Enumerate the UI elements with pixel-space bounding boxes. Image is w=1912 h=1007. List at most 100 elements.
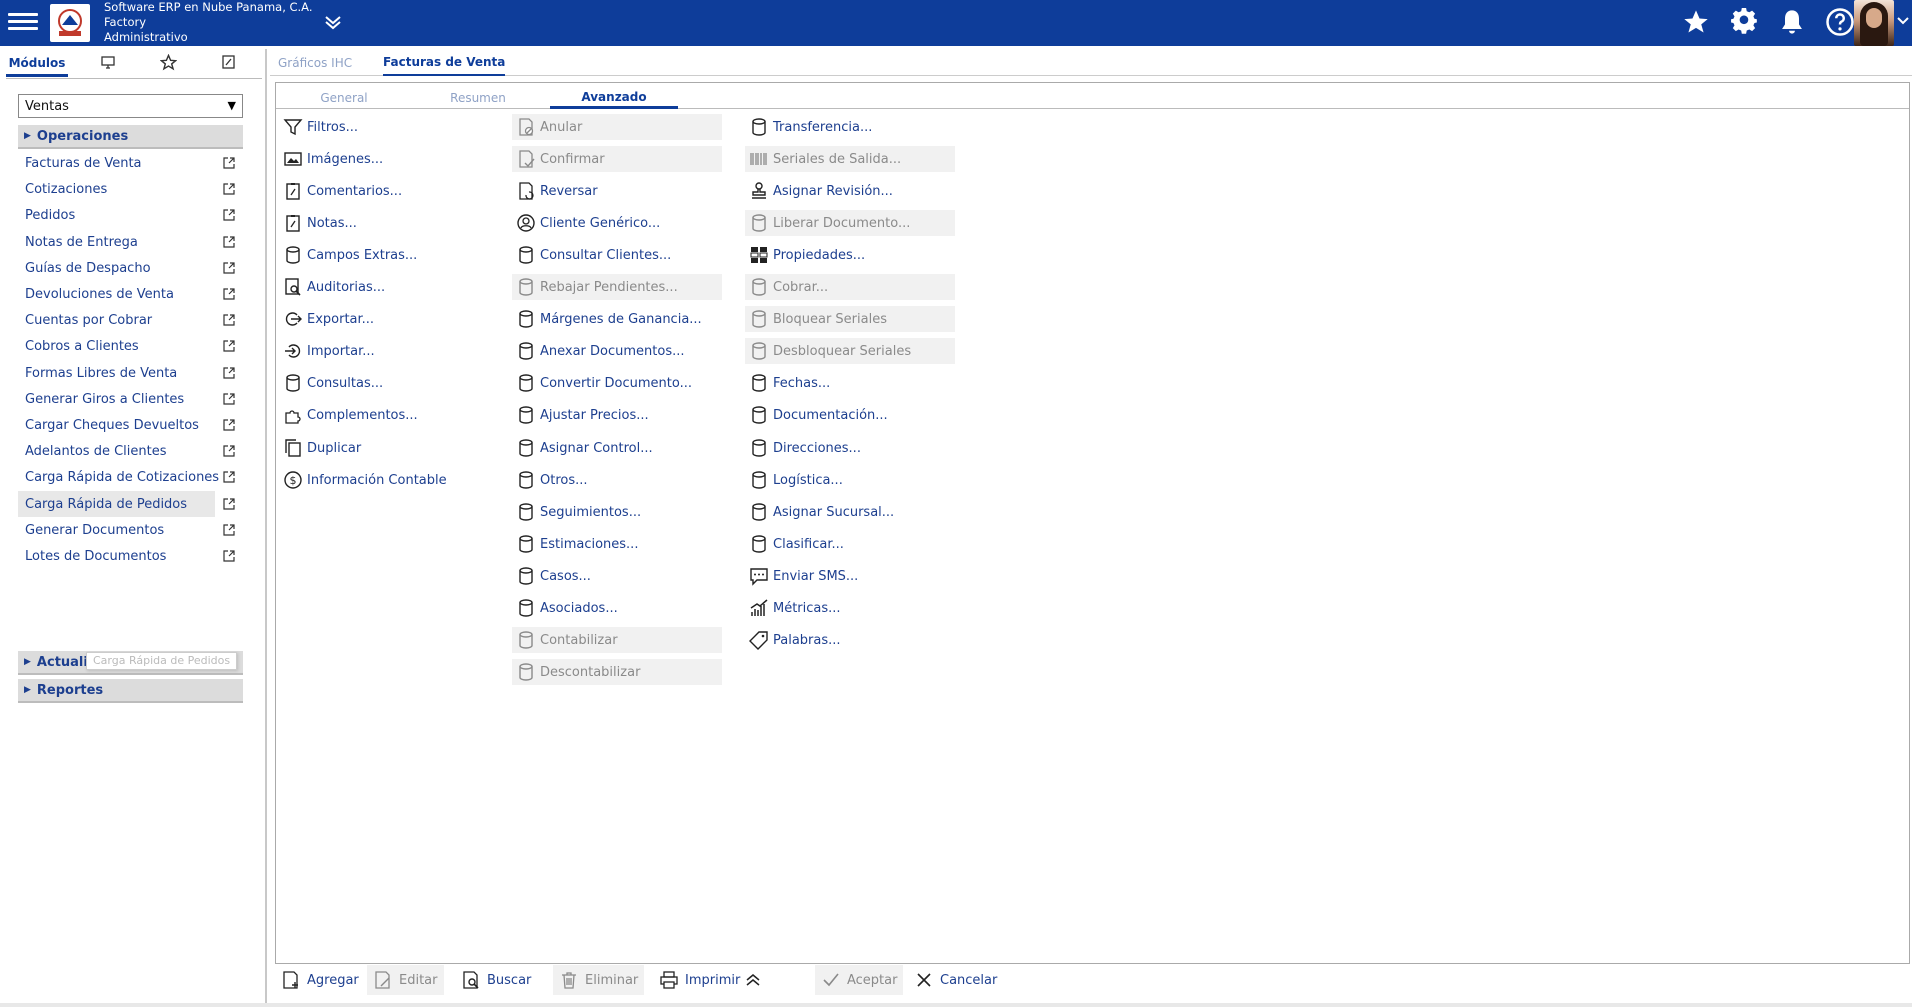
external-link-icon[interactable] [222,470,236,484]
action-item[interactable]: Auditorias... [279,274,489,300]
menu-item[interactable]: Formas Libres de Venta [18,360,243,386]
external-link-icon[interactable] [222,313,236,327]
group-operaciones[interactable]: ▶ Operaciones [18,125,243,149]
action-item[interactable]: Filtros... [279,114,489,140]
action-item[interactable]: Estimaciones... [512,531,722,557]
tab-general[interactable]: General [280,87,408,109]
action-item[interactable]: Documentación... [745,402,955,428]
chevron-down-icon[interactable] [1896,14,1910,28]
database-icon [516,341,536,361]
menu-item[interactable]: Generar Giros a Clientes [18,386,243,412]
action-item[interactable]: Asignar Control... [512,435,722,461]
tab-modulos[interactable]: Módulos [6,51,68,77]
external-link-icon[interactable] [222,392,236,406]
database-icon [516,662,536,682]
database-icon [516,245,536,265]
action-item[interactable]: Convertir Documento... [512,370,722,396]
action-item[interactable]: Imágenes... [279,146,489,172]
module-select[interactable]: Ventas ▼ [18,94,243,118]
action-item[interactable]: Asociados... [512,595,722,621]
action-item[interactable]: Palabras... [745,627,955,653]
menu-item[interactable]: Cuentas por Cobrar [18,307,243,333]
action-item[interactable]: Consultas... [279,370,489,396]
external-link-icon[interactable] [222,418,236,432]
tab-monitor[interactable] [88,51,128,77]
menu-item[interactable]: Carga Rápida de Cotizaciones [18,464,243,490]
external-link-icon[interactable] [222,366,236,380]
company-logo[interactable] [50,4,90,42]
menu-item[interactable]: Cobros a Clientes [18,333,243,359]
action-item: Contabilizar [512,627,722,653]
action-item[interactable]: Cliente Genérico... [512,210,722,236]
help-question-icon[interactable] [1824,6,1856,38]
menu-item[interactable]: Pedidos [18,202,243,228]
external-link-icon[interactable] [222,208,236,222]
notifications-bell-icon[interactable] [1776,6,1808,38]
action-item[interactable]: Importar... [279,338,489,364]
external-link-icon[interactable] [222,523,236,537]
action-item[interactable]: Logística... [745,467,955,493]
user-avatar[interactable] [1854,0,1894,46]
menu-item[interactable]: Cotizaciones [18,176,243,202]
menu-item[interactable]: Facturas de Venta [18,150,243,176]
double-chevron-down-icon[interactable] [322,12,346,32]
tab-favorites[interactable] [148,51,188,77]
group-reportes[interactable]: ▶ Reportes [18,679,243,703]
tab-facturas-de-venta[interactable]: Facturas de Venta [383,50,506,76]
action-item[interactable]: Márgenes de Ganancia... [512,306,722,332]
action-item[interactable]: Fechas... [745,370,955,396]
action-item[interactable]: Direcciones... [745,435,955,461]
external-link-icon[interactable] [222,287,236,301]
action-item[interactable]: Asignar Sucursal... [745,499,955,525]
action-item[interactable]: Casos... [512,563,722,589]
imprimir-button[interactable]: Imprimir [653,965,746,995]
action-item[interactable]: Anexar Documentos... [512,338,722,364]
external-link-icon[interactable] [222,549,236,563]
tab-avanzado[interactable]: Avanzado [550,87,678,109]
favorites-star-icon[interactable] [1680,6,1712,38]
external-link-icon[interactable] [222,497,236,511]
external-link-icon[interactable] [222,339,236,353]
action-item[interactable]: Comentarios... [279,178,489,204]
agregar-button[interactable]: Agregar [275,965,365,995]
buscar-button[interactable]: Buscar [455,965,537,995]
action-item[interactable]: Métricas... [745,595,955,621]
tab-resumen[interactable]: Resumen [414,87,542,109]
cancelar-button[interactable]: Cancelar [908,965,1003,995]
action-item[interactable]: Notas... [279,210,489,236]
action-item[interactable]: Transferencia... [745,114,955,140]
action-item[interactable]: Enviar SMS... [745,563,955,589]
double-chevron-up-icon[interactable] [737,965,769,995]
action-item[interactable]: Duplicar [279,435,489,461]
action-item[interactable]: Asignar Revisión... [745,178,955,204]
action-item[interactable]: Exportar... [279,306,489,332]
action-item[interactable]: Consultar Clientes... [512,242,722,268]
menu-item[interactable]: Lotes de Documentos [18,543,243,569]
tab-graficos-ihc[interactable]: Gráficos IHC [278,50,352,76]
external-link-icon[interactable] [222,235,236,249]
action-item[interactable]: Campos Extras... [279,242,489,268]
main-panel: General Resumen Avanzado Filtros... Imáge… [275,82,1910,964]
tab-notes[interactable] [208,51,248,77]
action-item[interactable]: Reversar [512,178,722,204]
menu-item[interactable]: Generar Documentos [18,517,243,543]
action-item[interactable]: Ajustar Precios... [512,402,722,428]
menu-item[interactable]: Carga Rápida de Pedidos [18,491,235,517]
external-link-icon[interactable] [222,182,236,196]
action-item[interactable]: Otros... [512,467,722,493]
external-link-icon[interactable] [222,444,236,458]
action-item[interactable]: Seguimientos... [512,499,722,525]
hamburger-menu-icon[interactable] [8,9,38,35]
menu-item[interactable]: Adelantos de Clientes [18,438,243,464]
external-link-icon[interactable] [222,261,236,275]
menu-item[interactable]: Guías de Despacho [18,255,243,281]
settings-gear-icon[interactable] [1728,6,1760,38]
external-link-icon[interactable] [222,156,236,170]
action-item[interactable]: Clasificar... [745,531,955,557]
menu-item[interactable]: Cargar Cheques Devueltos [18,412,243,438]
menu-item[interactable]: Notas de Entrega [18,229,243,255]
action-item[interactable]: $ Información Contable [279,467,489,493]
menu-item[interactable]: Devoluciones de Venta [18,281,243,307]
action-item[interactable]: Propiedades... [745,242,955,268]
action-item[interactable]: Complementos... [279,402,489,428]
